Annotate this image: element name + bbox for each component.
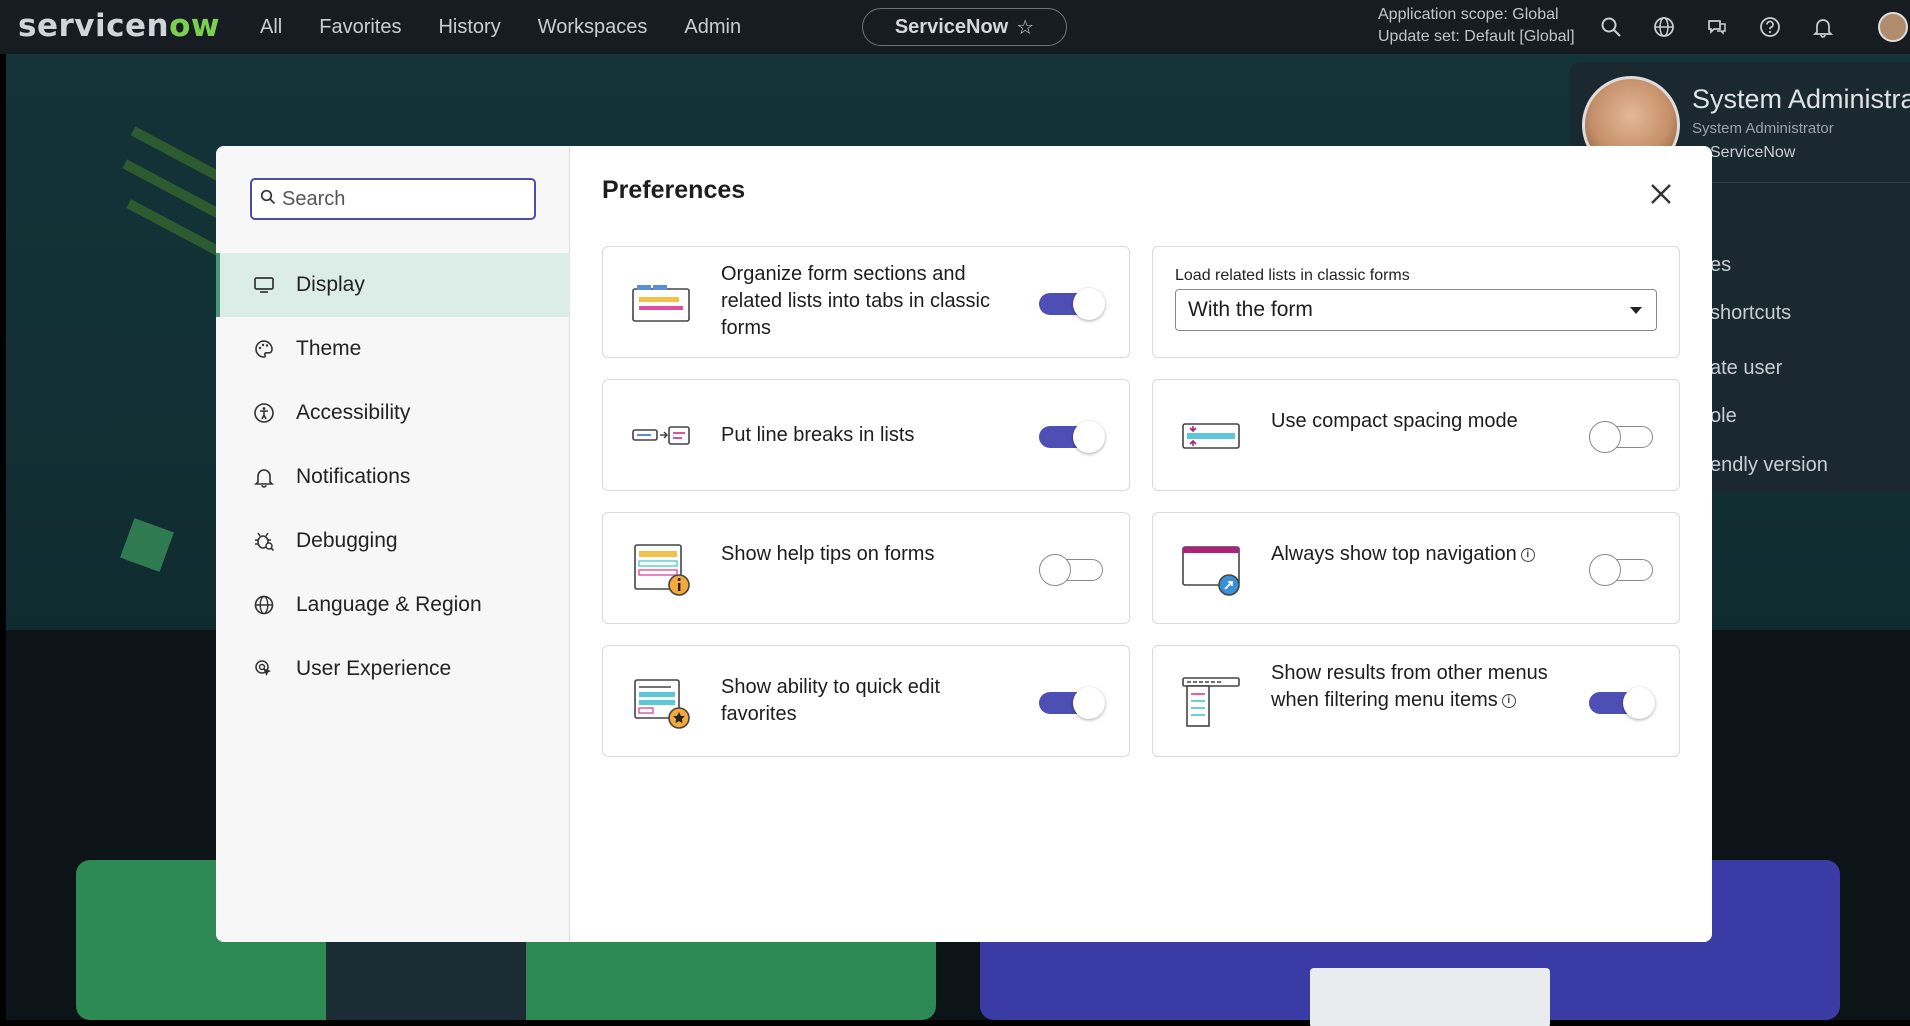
update-set: Update set: Default [Global] (1378, 28, 1575, 45)
related-lists-select[interactable]: With the form (1175, 289, 1657, 331)
context-pill-label: ServiceNow (894, 15, 1009, 38)
nav-links: All Favorites History Workspaces Admin (260, 0, 778, 54)
line-breaks-toggle[interactable] (1039, 420, 1105, 453)
setting-card-help-tips: Show help tips on forms (602, 512, 1130, 624)
user-menu-item[interactable]: ate user (1710, 357, 1782, 380)
user-name: System Administra (1692, 84, 1910, 114)
nav-item-label: Debugging (296, 529, 398, 552)
nav-item-debugging[interactable]: Debugging (216, 509, 570, 573)
setting-card-line-breaks: Put line breaks in lists (602, 379, 1130, 491)
setting-card-menu-results: Show results from other menus when filte… (1152, 645, 1680, 757)
globe-icon (252, 593, 276, 617)
user-company: ServiceNow (1710, 144, 1796, 161)
setting-label: Put line breaks in lists (721, 424, 915, 446)
help-tips-toggle[interactable] (1039, 553, 1105, 586)
cursor-icon (252, 657, 276, 681)
related-lists-label: Load related lists in classic forms (1175, 267, 1410, 284)
preferences-sidebar: Display Theme Accessibility Notification… (216, 146, 570, 942)
nav-item-label: Theme (296, 337, 362, 360)
monitor-icon (252, 273, 276, 297)
setting-card-related-lists: Load related lists in classic forms With… (1152, 246, 1680, 358)
star-icon[interactable]: ☆ (1016, 15, 1034, 40)
nav-item-label: User Experience (296, 657, 452, 680)
quick-edit-favorites-icon (634, 679, 690, 729)
servicenow-logo[interactable]: servicenow (18, 8, 220, 44)
setting-label: Always show top navigation i (1271, 541, 1561, 568)
menu-results-toggle[interactable] (1589, 686, 1655, 719)
setting-card-tabs: Organize form sections and related lists… (602, 246, 1130, 358)
nav-link-favorites[interactable]: Favorites (319, 16, 401, 39)
page-title: Preferences (602, 176, 746, 204)
info-icon[interactable]: i (1520, 547, 1535, 562)
quick-edit-toggle[interactable] (1039, 686, 1105, 719)
nav-link-all[interactable]: All (260, 16, 282, 39)
palette-icon (252, 337, 276, 361)
scope-info[interactable]: Application scope: Global Update set: De… (1378, 4, 1575, 48)
user-role: System Administrator (1692, 120, 1834, 137)
nav-item-user-experience[interactable]: User Experience (216, 637, 570, 701)
nav-link-workspaces[interactable]: Workspaces (538, 16, 648, 39)
avatar[interactable] (1878, 12, 1908, 42)
nav-item-label: Display (296, 273, 365, 296)
setting-card-top-nav: Always show top navigation i (1152, 512, 1680, 624)
nav-item-display[interactable]: Display (216, 253, 570, 317)
accessibility-icon (252, 401, 276, 425)
nav-item-notifications[interactable]: Notifications (216, 445, 570, 509)
menu-filter-icon (1182, 677, 1240, 727)
nav-link-admin[interactable]: Admin (684, 16, 741, 39)
line-break-icon (632, 426, 690, 445)
user-menu-item[interactable]: shortcuts (1710, 302, 1791, 325)
nav-item-accessibility[interactable]: Accessibility (216, 381, 570, 445)
nav-item-label: Notifications (296, 465, 411, 488)
info-icon[interactable]: i (1501, 693, 1516, 708)
setting-label: Organize form sections and related lists… (721, 263, 991, 339)
user-menu-item[interactable]: es (1710, 254, 1731, 277)
related-lists-value: With the form (1188, 298, 1313, 321)
bug-icon (252, 529, 276, 553)
globe-icon[interactable] (1649, 12, 1679, 42)
help-tips-icon (634, 544, 690, 596)
search-input[interactable] (282, 187, 522, 211)
setting-card-quick-edit: Show ability to quick edit favorites (602, 645, 1130, 757)
user-menu-item[interactable]: ole (1710, 405, 1737, 428)
search-icon[interactable] (1596, 12, 1626, 42)
application-scope: Application scope: Global (1378, 6, 1559, 23)
chat-icon[interactable] (1702, 12, 1732, 42)
help-icon[interactable] (1755, 12, 1785, 42)
compact-toggle[interactable] (1589, 420, 1655, 453)
bell-icon[interactable] (1808, 12, 1838, 42)
nav-item-label: Language & Region (296, 593, 482, 616)
chevron-down-icon (1630, 307, 1642, 314)
compact-spacing-icon (1182, 423, 1240, 449)
close-icon (1651, 184, 1671, 204)
nav-item-theme[interactable]: Theme (216, 317, 570, 381)
tabs-toggle[interactable] (1039, 287, 1105, 320)
context-pill[interactable]: ServiceNow ☆ (862, 8, 1067, 46)
nav-item-label: Accessibility (296, 401, 411, 424)
nav-item-language-region[interactable]: Language & Region (216, 573, 570, 637)
top-navigation-icon (1182, 546, 1240, 596)
bell-icon (252, 465, 276, 489)
setting-label: Show results from other menus when filte… (1271, 662, 1548, 711)
nav-link-history[interactable]: History (438, 16, 500, 39)
top-nav-toggle[interactable] (1589, 553, 1655, 586)
search-icon (260, 189, 276, 210)
preferences-nav: Display Theme Accessibility Notification… (216, 253, 570, 701)
preferences-modal: Display Theme Accessibility Notification… (216, 146, 1712, 942)
setting-label: Show help tips on forms (721, 543, 935, 565)
nav-icons (1596, 12, 1861, 42)
decor-cube (120, 518, 174, 572)
preferences-content: Preferences Organize form sections and r… (570, 146, 1712, 942)
search-box[interactable] (250, 178, 536, 220)
user-menu-item[interactable]: endly version (1710, 454, 1828, 477)
top-navigation: servicenow All Favorites History Workspa… (0, 0, 1910, 54)
setting-label: Use compact spacing mode (1271, 410, 1518, 432)
setting-label: Show ability to quick edit favorites (721, 676, 941, 725)
close-button[interactable] (1645, 178, 1677, 210)
form-tabs-icon (632, 285, 690, 322)
setting-card-compact: Use compact spacing mode (1152, 379, 1680, 491)
